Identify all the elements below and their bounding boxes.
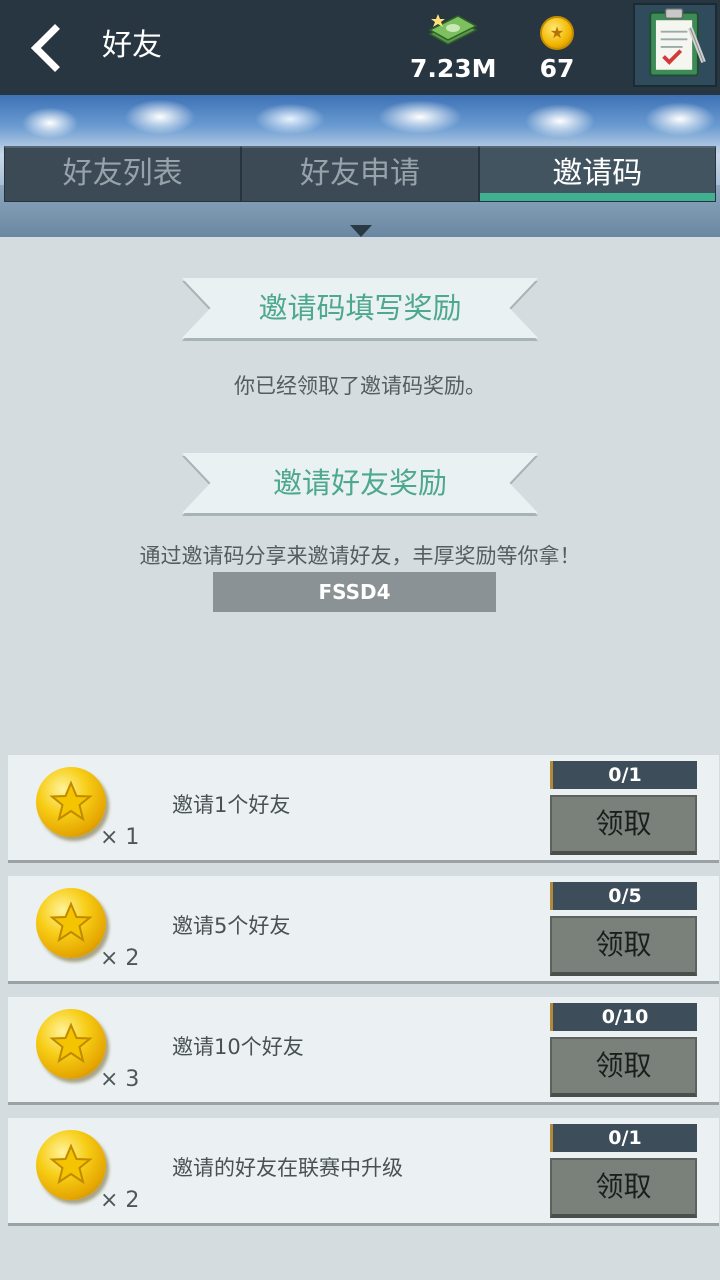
- invite-code-box[interactable]: FSSD4: [213, 572, 496, 612]
- top-bar: 好友 7.23M ★ 67: [0, 0, 720, 95]
- claim-button[interactable]: 领取: [550, 795, 697, 855]
- clipboard-button[interactable]: [633, 3, 717, 87]
- invite-friends-reward-title: 邀请好友奖励: [182, 453, 538, 513]
- gold-coin-icon: [36, 888, 106, 958]
- clipboard-icon: [649, 8, 706, 77]
- tab-invite-code[interactable]: 邀请码: [478, 146, 716, 202]
- tab-friend-list[interactable]: 好友列表: [4, 146, 242, 202]
- stadium-lights: [0, 97, 720, 145]
- cash-value: 7.23M: [410, 54, 497, 83]
- coin-display: ★ 67: [530, 8, 584, 88]
- claim-button[interactable]: 领取: [550, 1037, 697, 1097]
- reward-label: 邀请1个好友: [172, 793, 291, 817]
- reward-progress: 0/1: [550, 761, 697, 789]
- claim-button[interactable]: 领取: [550, 1158, 697, 1218]
- gold-coin-icon: [36, 1130, 106, 1200]
- cash-display: 7.23M: [410, 8, 497, 88]
- reward-progress: 0/5: [550, 882, 697, 910]
- invite-friends-description: 通过邀请码分享来邀请好友，丰厚奖励等你拿！: [139, 544, 581, 568]
- coin-value: 67: [539, 54, 575, 83]
- reward-row: × 3 邀请10个好友 0/10 领取: [8, 997, 719, 1105]
- cash-stack-icon: [428, 14, 478, 45]
- reward-row: × 2 邀请的好友在联赛中升级 0/1 领取: [8, 1118, 719, 1226]
- reward-label: 邀请10个好友: [172, 1035, 304, 1059]
- reward-progress: 0/10: [550, 1003, 697, 1031]
- gold-coin-icon: ★: [540, 16, 574, 50]
- reward-multiplier: × 3: [100, 1067, 140, 1092]
- reward-row: × 2 邀请5个好友 0/5 领取: [8, 876, 719, 984]
- tab-pointer: [350, 225, 372, 237]
- gold-coin-icon: [36, 1009, 106, 1079]
- back-button[interactable]: [18, 10, 80, 85]
- page-title: 好友: [102, 28, 162, 63]
- invite-code-status: 你已经领取了邀请码奖励。: [234, 374, 486, 398]
- chevron-left-icon: [30, 23, 80, 72]
- tab-friend-requests[interactable]: 好友申请: [241, 146, 479, 202]
- invite-code-reward-title: 邀请码填写奖励: [182, 278, 538, 338]
- reward-row: × 1 邀请1个好友 0/1 领取: [8, 755, 719, 863]
- reward-label: 邀请5个好友: [172, 914, 291, 938]
- tab-bar: 好友列表 好友申请 邀请码: [4, 146, 716, 202]
- reward-multiplier: × 1: [100, 825, 140, 850]
- claim-button[interactable]: 领取: [550, 916, 697, 976]
- reward-label: 邀请的好友在联赛中升级: [172, 1156, 403, 1180]
- reward-multiplier: × 2: [100, 946, 140, 971]
- reward-progress: 0/1: [550, 1124, 697, 1152]
- gold-coin-icon: [36, 767, 106, 837]
- reward-multiplier: × 2: [100, 1188, 140, 1213]
